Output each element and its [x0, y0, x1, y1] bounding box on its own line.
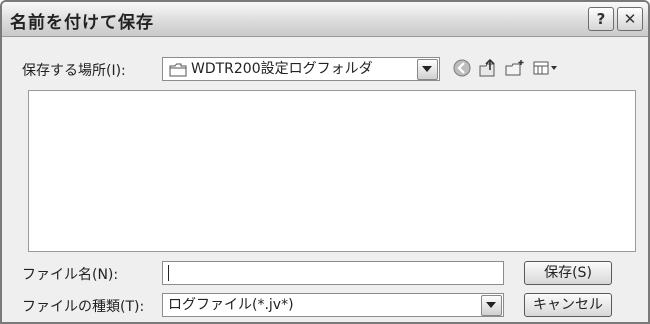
save-as-dialog: 名前を付けて保存 ? ✕ 保存する場所(I): WDTR200設定ログフォルダ — [0, 0, 650, 324]
location-dropdown-button[interactable] — [417, 59, 438, 80]
close-button[interactable]: ✕ — [617, 7, 643, 31]
back-icon[interactable] — [452, 58, 472, 78]
save-button[interactable]: 保存(S) — [524, 261, 612, 285]
help-button[interactable]: ? — [588, 7, 614, 31]
file-list[interactable] — [28, 90, 636, 252]
chevron-down-icon — [486, 302, 496, 308]
text-caret — [168, 265, 169, 281]
title-bar[interactable]: 名前を付けて保存 ? ✕ — [2, 2, 648, 37]
location-value: WDTR200設定ログフォルダ — [191, 61, 373, 77]
filename-input[interactable] — [162, 261, 504, 285]
new-folder-icon[interactable] — [504, 58, 526, 78]
cancel-button[interactable]: キャンセル — [524, 293, 612, 317]
location-label: 保存する場所(I): — [22, 63, 126, 79]
chevron-down-icon — [422, 66, 432, 72]
filename-label: ファイル名(N): — [22, 267, 119, 283]
filetype-dropdown-button[interactable] — [481, 295, 502, 316]
filetype-value: ログファイル(*.jv*) — [168, 297, 294, 313]
folder-icon — [169, 62, 187, 81]
filetype-dropdown[interactable]: ログファイル(*.jv*) — [162, 293, 504, 317]
up-folder-icon[interactable] — [478, 58, 500, 78]
view-menu-icon[interactable] — [532, 58, 558, 78]
filetype-label: ファイルの種類(T): — [22, 299, 145, 315]
window-title: 名前を付けて保存 — [10, 13, 154, 33]
location-dropdown[interactable]: WDTR200設定ログフォルダ — [162, 57, 440, 81]
